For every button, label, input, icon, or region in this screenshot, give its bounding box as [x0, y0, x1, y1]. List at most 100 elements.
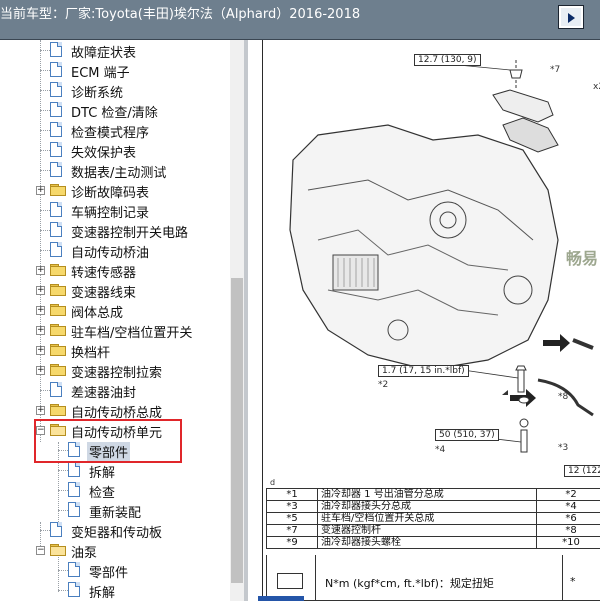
tree-item-data-list-active-test[interactable]: 数据表/主动测试	[0, 160, 230, 181]
tree-item-transmission-control-cable[interactable]: + 变速器控制拉索	[0, 360, 230, 381]
tree-item-label: 数据表/主动测试	[71, 166, 167, 181]
tree-item-label: 自动传动桥油	[71, 246, 150, 261]
tree-item-torque-converter-drive-plate[interactable]: 变矩器和传动板	[0, 520, 230, 541]
folder-icon	[50, 264, 66, 276]
document-icon	[50, 202, 62, 217]
expand-plus-icon[interactable]: +	[36, 326, 45, 335]
tree-item-ecm-terminals[interactable]: ECM 端子	[0, 60, 230, 81]
tree-item-label: 驻车档/空档位置开关	[71, 326, 193, 341]
nav-tree: 故障症状表 ECM 端子 诊断系统 DTC 检查/清除 检查模式程序 失效保护表…	[0, 40, 230, 601]
table-row: *1 油冷却器 1 号出油管分总成 *2	[266, 488, 600, 501]
tree-item-label: 车辆控制记录	[71, 206, 150, 221]
torque-callout: 12 (122)	[564, 465, 600, 477]
document-icon	[50, 142, 62, 157]
tree-item-fail-safe-chart[interactable]: 失效保护表	[0, 140, 230, 161]
tree-item-label: 故障症状表	[71, 46, 137, 61]
table-cell: 油冷却器接头分总成	[317, 500, 537, 513]
title-bar: 当前车型：厂家:Toyota(丰田)埃尔法（Alphard）2016-2018	[0, 0, 600, 40]
document-icon	[50, 122, 62, 137]
part-label: d	[270, 478, 276, 487]
part-label: *8	[558, 392, 569, 402]
expand-plus-icon[interactable]: +	[36, 266, 45, 275]
tree-item-dtc-chart[interactable]: + 诊断故障码表	[0, 180, 230, 201]
tree-item-label: 变速器控制开关电路	[71, 226, 189, 241]
document-icon	[50, 522, 62, 537]
folder-icon	[50, 364, 66, 376]
tree-item-label: 诊断故障码表	[71, 186, 150, 201]
tree-item-fault-symptom-table[interactable]: 故障症状表	[0, 40, 230, 61]
tree-item-label: ECM 端子	[71, 66, 130, 81]
tree-item-disassembly[interactable]: 拆解	[0, 460, 230, 481]
expand-plus-icon[interactable]: +	[36, 366, 45, 375]
watermark-text: 畅易	[566, 249, 599, 268]
table-cell: 油冷却器接头螺栓	[317, 536, 537, 549]
tree-item-label: 变矩器和传动板	[71, 526, 163, 541]
folder-icon	[50, 344, 66, 356]
tree-item-oil-pump[interactable]: − 油泵	[0, 540, 230, 561]
table-cell: *4	[536, 500, 600, 513]
tree-item-label: 油泵	[71, 546, 98, 561]
tree-scrollbar[interactable]	[230, 40, 244, 601]
tree-item-vehicle-control-history[interactable]: 车辆控制记录	[0, 200, 230, 221]
tree-item-oil-pump-disassembly[interactable]: 拆解	[0, 580, 230, 601]
part-label: *4	[435, 445, 446, 455]
table-row: *7 变速器控制杆 *8	[266, 524, 600, 537]
document-icon	[68, 502, 80, 517]
legend-text: N*m (kgf*cm, ft.*lbf)：规定扭矩	[325, 577, 494, 590]
tree-item-label: 失效保护表	[71, 146, 137, 161]
tree-item-transmission-control-switch-circuit[interactable]: 变速器控制开关电路	[0, 220, 230, 241]
next-button[interactable]	[559, 6, 583, 28]
tree-item-oil-pump-components[interactable]: 零部件	[0, 560, 230, 581]
tree-item-label: DTC 检查/清除	[71, 106, 158, 121]
collapse-minus-icon[interactable]: −	[36, 546, 45, 555]
tree-item-label: 转速传感器	[71, 266, 137, 281]
expand-plus-icon[interactable]: +	[36, 186, 45, 195]
table-cell: *5	[266, 512, 318, 525]
expand-plus-icon[interactable]: +	[36, 406, 45, 415]
table-cell: *10	[536, 536, 600, 549]
table-cell: *7	[266, 524, 318, 537]
table-cell: 变速器控制杆	[317, 524, 537, 537]
document-icon	[68, 462, 80, 477]
folder-icon	[50, 324, 66, 336]
components-diagram	[289, 60, 594, 453]
document-icon	[50, 62, 62, 77]
table-cell: 驻车档/空档位置开关总成	[317, 512, 537, 525]
tree-item-reassembly[interactable]: 重新装配	[0, 500, 230, 521]
tree-item-transaxle-assembly[interactable]: + 自动传动桥总成	[0, 400, 230, 421]
torque-callout: 1.7 (17, 15 in.*lbf)	[378, 365, 469, 377]
table-row: *5 驻车档/空档位置开关总成 *6	[266, 512, 600, 525]
table-row: *3 油冷却器接头分总成 *4	[266, 500, 600, 513]
torque-callout: 50 (510, 37)	[435, 429, 499, 441]
tree-item-diagnosis-system[interactable]: 诊断系统	[0, 80, 230, 101]
tree-item-speed-sensor[interactable]: + 转速传感器	[0, 260, 230, 281]
torque-legend: N*m (kgf*cm, ft.*lbf)：规定扭矩 *	[266, 555, 600, 601]
tree-item-shift-lever[interactable]: + 换档杆	[0, 340, 230, 361]
tree-item-label: 重新装配	[89, 506, 142, 521]
part-label: x2	[593, 82, 600, 92]
expand-plus-icon[interactable]: +	[36, 306, 45, 315]
tree-item-dtc-check-clear[interactable]: DTC 检查/清除	[0, 100, 230, 121]
expand-plus-icon[interactable]: +	[36, 286, 45, 295]
scrollbar-thumb[interactable]	[231, 278, 243, 583]
tree-item-valve-body[interactable]: + 阀体总成	[0, 300, 230, 321]
tree-item-check-mode-procedure[interactable]: 检查模式程序	[0, 120, 230, 141]
content-panel: 12.7 (130, 9) 1.7 (17, 15 in.*lbf) 50 (5…	[248, 40, 600, 601]
document-icon	[50, 382, 62, 397]
tree-item-transmission-wire[interactable]: + 变速器线束	[0, 280, 230, 301]
tree-item-label: 变速器控制拉索	[71, 366, 163, 381]
expand-plus-icon[interactable]: +	[36, 346, 45, 355]
tree-item-differential-oil-seal[interactable]: 差速器油封	[0, 380, 230, 401]
tree-item-inspection[interactable]: 检查	[0, 480, 230, 501]
document-icon	[50, 82, 62, 97]
tree-item-park-neutral-switch[interactable]: + 驻车档/空档位置开关	[0, 320, 230, 341]
table-cell: *9	[266, 536, 318, 549]
document-icon	[68, 482, 80, 497]
table-cell: *8	[536, 524, 600, 537]
tree-item-atf[interactable]: 自动传动桥油	[0, 240, 230, 261]
part-label: *3	[558, 443, 569, 453]
document-icon	[50, 242, 62, 257]
tree-item-label: 检查模式程序	[71, 126, 150, 141]
horizontal-scroll-indicator[interactable]	[258, 596, 304, 601]
table-cell: *3	[266, 500, 318, 513]
